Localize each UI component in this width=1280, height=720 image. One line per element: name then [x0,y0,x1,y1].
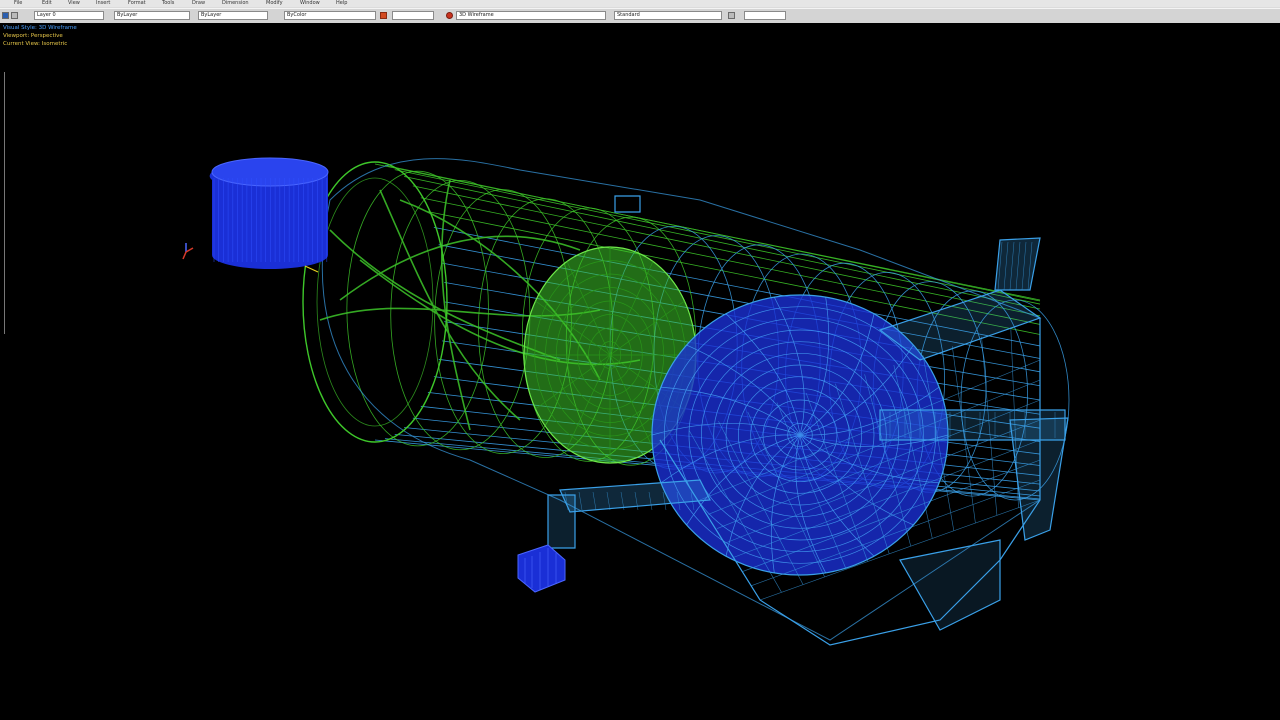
blue-drum [209,157,329,273]
wireframe-scene [182,157,1070,646]
ucs-icon [182,243,194,260]
small-block [517,544,566,593]
